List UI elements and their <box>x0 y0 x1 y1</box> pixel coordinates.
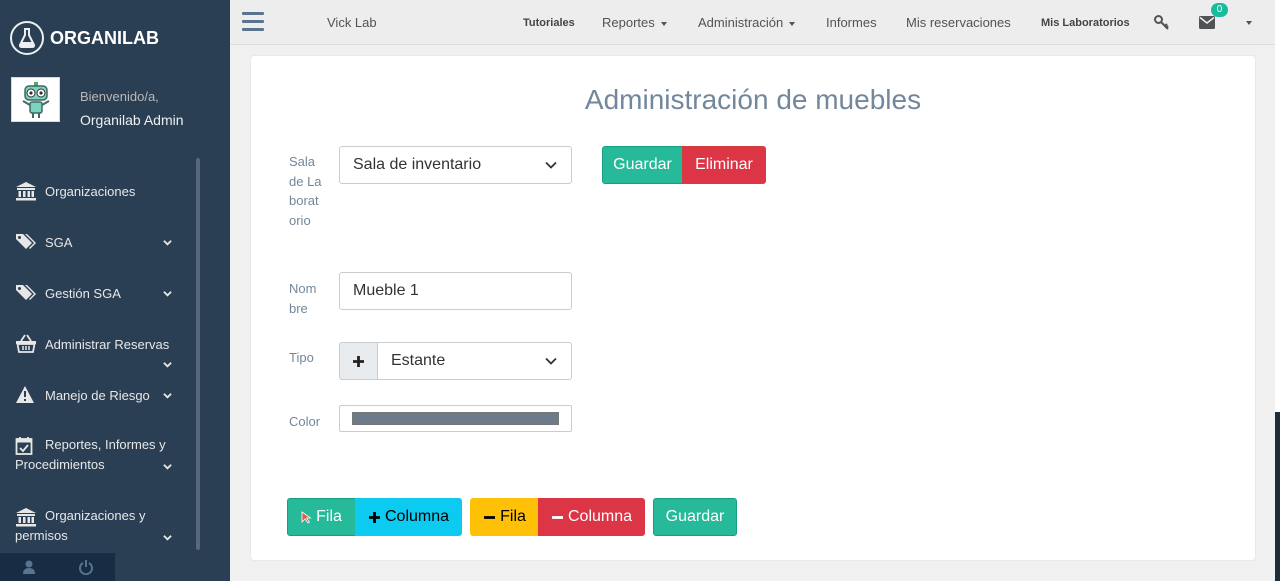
add-fila-label: Fila <box>316 508 342 525</box>
nav-administracion-label: Administración <box>698 15 784 30</box>
nav-lab-name[interactable]: Vick Lab <box>327 15 377 30</box>
nav-administracion-dropdown[interactable]: Administración <box>698 15 796 30</box>
remove-fila-button[interactable]: Fila <box>470 498 539 536</box>
eliminar-button[interactable]: Eliminar <box>682 146 766 184</box>
remove-columna-button[interactable]: Columna <box>538 498 645 536</box>
tags-icon <box>16 234 36 249</box>
avatar <box>11 77 60 122</box>
plus-icon <box>353 355 364 367</box>
user-menu-caret-icon[interactable] <box>1246 21 1252 25</box>
sidebar-item-label: SGA <box>45 235 73 250</box>
add-fila-button[interactable]: Fila <box>287 498 356 536</box>
envelope-icon[interactable] <box>1199 16 1215 29</box>
guardar-button[interactable]: Guardar <box>602 146 683 184</box>
guardar-grid-button[interactable]: Guardar <box>653 498 737 536</box>
color-swatch <box>352 412 559 425</box>
cursor-plus-icon <box>301 510 312 524</box>
tipo-select[interactable]: Estante <box>377 342 572 380</box>
page-title: Administración de muebles <box>584 84 922 115</box>
sidebar-item-manejo-de-riesgo[interactable]: Manejo de Riesgo <box>15 385 180 407</box>
welcome-text: Bienvenido/a, <box>80 89 159 104</box>
color-input[interactable] <box>339 405 572 432</box>
basket-icon <box>16 334 36 353</box>
nav-tutoriales[interactable]: Tutoriales <box>523 17 575 29</box>
nav-reportes-label: Reportes <box>602 15 655 30</box>
minus-icon <box>484 515 496 519</box>
sidebar-item-label: Organizaciones y permisos <box>15 508 146 543</box>
add-tipo-button[interactable] <box>339 342 378 380</box>
nav-informes[interactable]: Informes <box>826 15 877 30</box>
sala-label: Sala de Laboratorio <box>289 154 322 228</box>
sidebar-item-sga[interactable]: SGA <box>15 232 180 254</box>
sidebar-scrollbar[interactable] <box>196 158 200 550</box>
username: Organilab Admin <box>80 112 184 128</box>
sidebar-item-label: Manejo de Riesgo <box>45 388 150 403</box>
plus-icon <box>368 511 380 523</box>
sidebar-item-organizaciones[interactable]: Organizaciones <box>15 181 180 203</box>
chevron-down-icon <box>545 357 557 365</box>
add-columna-button[interactable]: Columna <box>355 498 462 536</box>
user-icon[interactable] <box>21 559 37 575</box>
tipo-label: Tipo <box>289 350 314 365</box>
chevron-down-icon <box>163 240 172 246</box>
chevron-down-icon <box>163 464 172 470</box>
tipo-select-value: Estante <box>391 352 446 369</box>
sidebar-item-label: Reportes, Informes y Procedimientos <box>15 437 166 472</box>
tags-icon <box>16 285 36 300</box>
minus-icon <box>551 515 563 519</box>
chevron-down-icon <box>545 161 557 169</box>
menu-toggle-icon[interactable] <box>242 12 264 32</box>
furniture-admin-panel: Administración de muebles Sala de Labora… <box>250 55 1256 561</box>
nav-mis-laboratorios[interactable]: Mis Laboratorios <box>1041 17 1130 29</box>
color-label: Color <box>289 414 321 429</box>
sidebar-item-label: Gestión SGA <box>45 286 121 301</box>
sidebar: ORGANILAB Bienvenido/a, Organilab Admin … <box>0 0 230 581</box>
nombre-label: Nombre <box>289 281 317 316</box>
remove-columna-label: Columna <box>567 508 633 525</box>
caret-down-icon <box>789 21 796 26</box>
brand-name: ORGANILAB <box>50 27 159 48</box>
caret-down-icon <box>660 21 667 26</box>
nombre-input[interactable]: Mueble 1 <box>339 272 572 310</box>
add-columna-label: Columna <box>384 508 450 525</box>
messages-badge: 0 <box>1211 3 1228 17</box>
flask-icon <box>10 21 44 55</box>
brand[interactable]: ORGANILAB <box>10 20 159 56</box>
sidebar-item-label: Administrar Reservas <box>45 337 170 352</box>
remove-fila-label: Fila <box>500 508 526 525</box>
institution-icon <box>16 182 36 201</box>
top-navbar: Vick Lab Tutoriales Reportes Administrac… <box>230 0 1275 45</box>
sala-select-value: Sala de inventario <box>353 156 482 173</box>
nav-mis-reservaciones[interactable]: Mis reservaciones <box>906 15 1011 30</box>
key-icon[interactable] <box>1154 15 1169 30</box>
nombre-input-value: Mueble 1 <box>353 282 419 299</box>
power-off-icon[interactable] <box>78 559 94 575</box>
nav-reportes-dropdown[interactable]: Reportes <box>602 15 667 30</box>
sidebar-item-reportes[interactable]: Reportes, Informes y Procedimientos <box>15 436 180 476</box>
sala-select[interactable]: Sala de inventario <box>339 146 572 184</box>
page-scrollbar-track <box>1275 0 1280 412</box>
warning-icon <box>16 386 34 403</box>
sidebar-item-organizaciones-permisos[interactable]: Organizaciones y permisos <box>15 507 180 547</box>
chevron-down-icon <box>163 535 172 541</box>
chevron-down-icon <box>163 393 172 399</box>
sidebar-item-label: Organizaciones <box>45 184 136 199</box>
chevron-down-icon <box>163 291 172 297</box>
sidebar-item-administrar-reservas[interactable]: Administrar Reservas <box>15 334 180 374</box>
chevron-down-icon <box>163 362 172 368</box>
sidebar-item-gestion-sga[interactable]: Gestión SGA <box>15 283 180 305</box>
page-scrollbar-thumb[interactable] <box>1275 412 1280 581</box>
sidebar-footer <box>0 553 115 581</box>
profile-picture <box>11 77 60 122</box>
